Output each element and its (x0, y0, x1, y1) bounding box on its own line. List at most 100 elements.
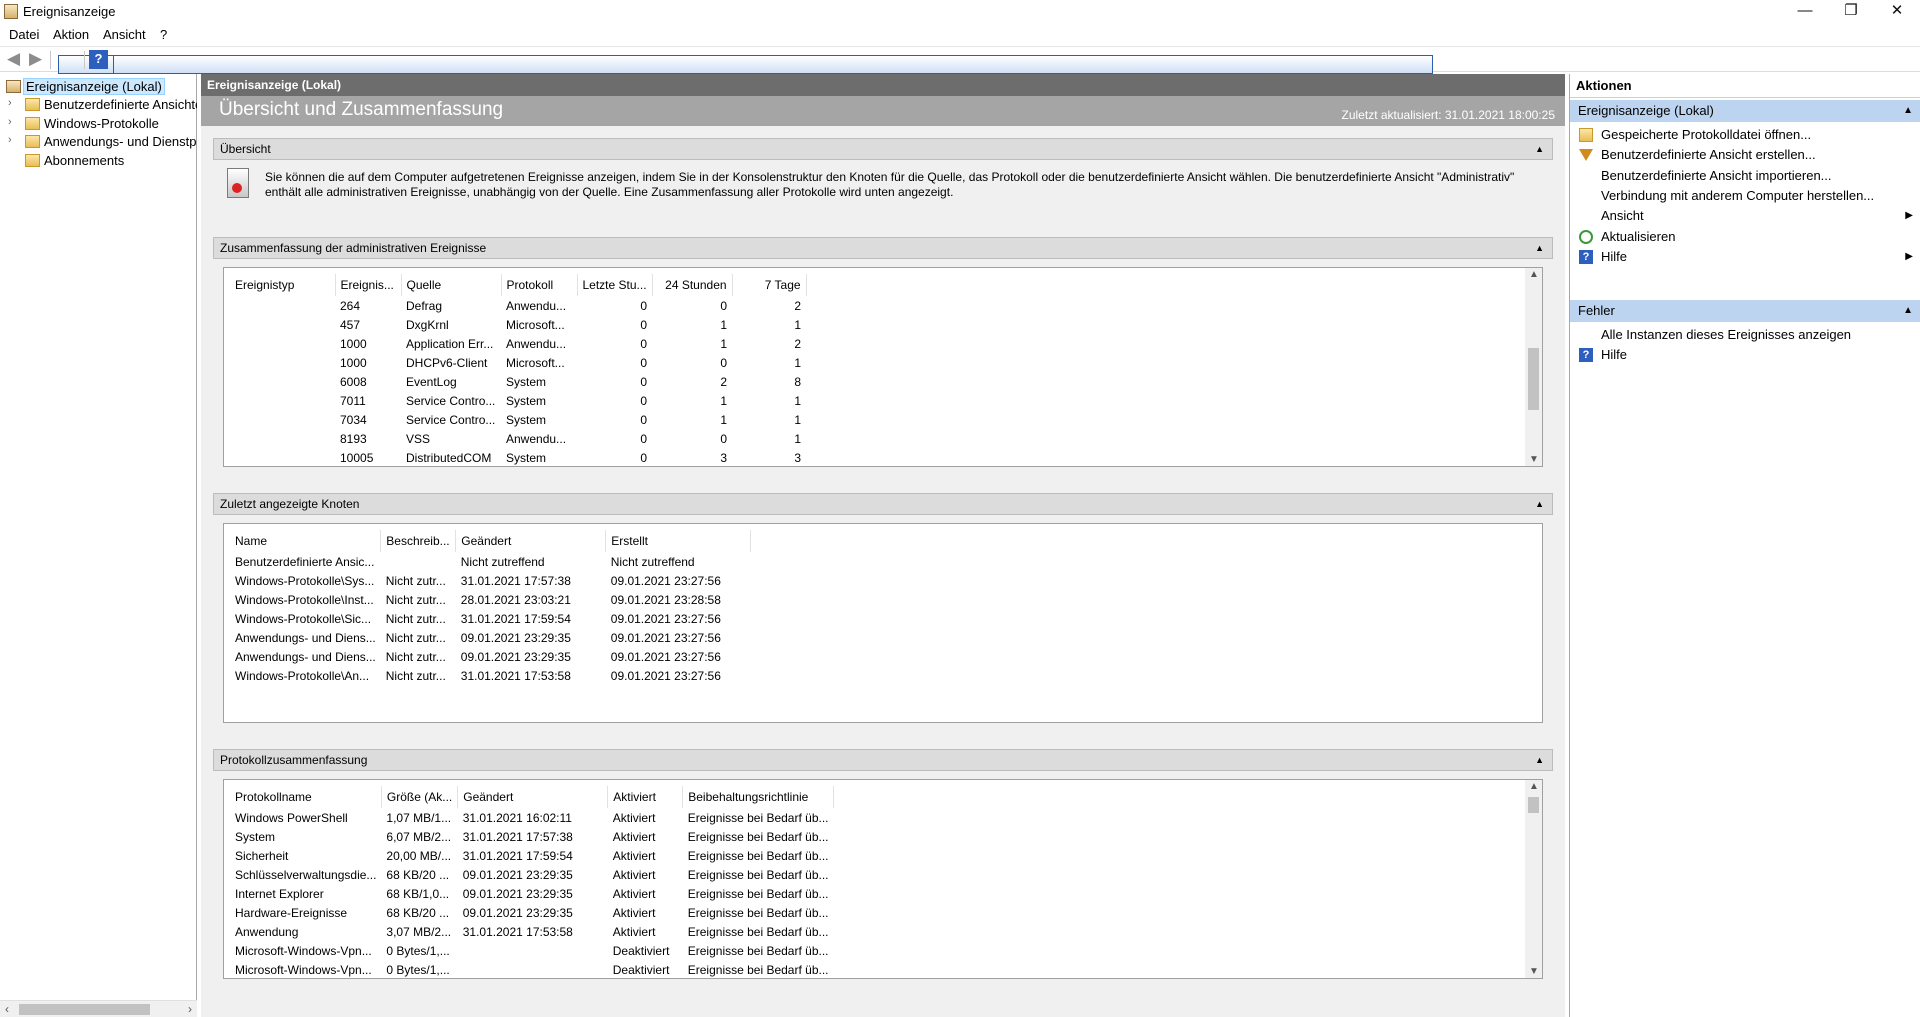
forward-arrow-icon[interactable]: ▶ (26, 50, 45, 69)
table-row[interactable]: 264 Defrag Anwendu... 0 0 2 (230, 296, 806, 315)
overview-pane: Ereignisanzeige (Lokal) Übersicht und Zu… (201, 74, 1565, 1017)
action-item[interactable]: Benutzerdefinierte Ansicht importieren..… (1570, 165, 1920, 187)
table-row[interactable]: Microsoft-Windows-Vpn... 0 Bytes/1,... Dea… (230, 941, 834, 960)
collapse-caret-icon[interactable]: ▲ (1903, 100, 1913, 122)
table-row[interactable]: Windows-Protokolle\Sic... Nicht zutr... 31… (230, 609, 751, 628)
help-icon[interactable]: ? (89, 50, 108, 69)
table-row[interactable]: Internet Explorer 68 KB/1,0... 09.01.2021 … (230, 884, 834, 903)
minimize-button[interactable]: — (1782, 0, 1828, 24)
column-header[interactable]: Protokollname (230, 786, 382, 808)
table-row[interactable]: Schlüsselverwaltungsdie... 68 KB/20 ... 09… (230, 865, 834, 884)
admin-summary-vertical-scrollbar[interactable]: ▲ ▼ (1525, 268, 1542, 466)
recent-nodes-body: Name Beschreib... Geändert Erstellt Benu… (213, 515, 1553, 731)
scrollbar-thumb[interactable] (1528, 348, 1539, 410)
table-row[interactable]: 8193 VSS Anwendu... 0 0 1 (230, 429, 806, 448)
table-cell (230, 334, 335, 353)
table-row[interactable]: Anwendungs- und Diens... Nicht zutr... 09.… (230, 628, 751, 647)
recent-nodes-header[interactable]: Zuletzt angezeigte Knoten ▲ (213, 493, 1553, 515)
collapse-caret-icon[interactable]: ▲ (1903, 300, 1913, 322)
table-row[interactable]: 10005 DistributedCOM System 0 3 3 (230, 448, 806, 466)
column-header[interactable]: Ereignis... (335, 274, 402, 296)
table-row[interactable]: Windows-Protokolle\An... Nicht zutr... 31.… (230, 666, 751, 685)
table-row[interactable]: 7011 Service Contro... System 0 1 1 (230, 391, 806, 410)
table-cell: 7011 (340, 393, 366, 408)
scrollbar-thumb[interactable] (19, 1004, 150, 1015)
column-header[interactable]: Ereignistyp (230, 274, 336, 296)
scroll-left-icon[interactable]: ‹ (5, 1001, 9, 1017)
scroll-right-icon[interactable]: › (188, 1001, 192, 1017)
expand-chevron-icon[interactable]: › (8, 116, 12, 128)
expand-chevron-icon[interactable]: › (8, 134, 12, 146)
collapse-caret-icon[interactable]: ▲ (1535, 750, 1544, 770)
collapse-caret-icon[interactable]: ▲ (1535, 139, 1544, 159)
close-button[interactable]: ✕ (1874, 0, 1920, 24)
column-header[interactable]: Beschreib... (380, 530, 457, 552)
column-header[interactable]: Erstellt (605, 530, 752, 552)
log-summary-vertical-scrollbar[interactable]: ▲ ▼ (1525, 780, 1542, 978)
table-row[interactable]: Anwendungs- und Diens... Nicht zutr... 09.… (230, 647, 751, 666)
column-header[interactable]: Protokoll (501, 274, 578, 296)
action-item[interactable]: Alle Instanzen dieses Ereignisses anzeig… (1570, 324, 1920, 346)
collapse-caret-icon[interactable]: ▲ (1535, 238, 1544, 258)
table-row[interactable]: Anwendung 3,07 MB/2... 31.01.2021 17:53:58… (230, 922, 834, 941)
tree-item-event-viewer-local[interactable]: Ereignisanzeige (Lokal) (0, 78, 197, 96)
menu-aktion[interactable]: Aktion (53, 27, 89, 42)
scroll-up-icon[interactable]: ▲ (1529, 781, 1539, 792)
table-row[interactable]: 1000 DHCPv6-Client Microsoft... 0 0 1 (230, 353, 806, 372)
table-row[interactable]: Sicherheit 20,00 MB/... 31.01.2021 17:59:5… (230, 846, 834, 865)
column-header[interactable]: Quelle (401, 274, 502, 296)
action-item[interactable]: ? Hilfe (1570, 344, 1920, 366)
actions-group-event-viewer[interactable]: Ereignisanzeige (Lokal) ▲ (1570, 100, 1920, 122)
scroll-up-icon[interactable]: ▲ (1529, 269, 1539, 280)
menu-help[interactable]: ? (160, 27, 167, 42)
column-header[interactable]: Geändert (457, 786, 609, 808)
table-row[interactable]: System 6,07 MB/2... 31.01.2021 17:57:38 Akt… (230, 827, 834, 846)
tree-horizontal-scrollbar[interactable]: ‹ › (0, 1000, 197, 1017)
table-row[interactable]: 457 DxgKrnl Microsoft... 0 1 1 (230, 315, 806, 334)
tree-item-windows-logs[interactable]: › Windows-Protokolle (0, 115, 197, 133)
table-row[interactable]: Microsoft-Windows-Vpn... 0 Bytes/1,... Dea… (230, 960, 834, 978)
filter-icon (1579, 149, 1593, 162)
overview-section-header[interactable]: Übersicht ▲ (213, 138, 1553, 160)
maximize-button[interactable]: ❐ (1828, 0, 1874, 24)
back-arrow-icon[interactable]: ◀ (4, 50, 23, 69)
scroll-down-icon[interactable]: ▼ (1529, 966, 1539, 977)
log-summary-header[interactable]: Protokollzusammenfassung ▲ (213, 749, 1553, 771)
table-row[interactable]: 7034 Service Contro... System 0 1 1 (230, 410, 806, 429)
tree-item-subscriptions[interactable]: Abonnements (0, 152, 197, 170)
table-row[interactable]: Hardware-Ereignisse 68 KB/20 ... 09.01.202… (230, 903, 834, 922)
column-header[interactable]: Beibehaltungsrichtlinie (682, 786, 834, 808)
action-item[interactable]: Benutzerdefinierte Ansicht erstellen... (1570, 144, 1920, 166)
admin-summary-header[interactable]: Zusammenfassung der administrativen Erei… (213, 237, 1553, 259)
action-item[interactable]: Verbindung mit anderem Computer herstell… (1570, 185, 1920, 207)
table-cell: 1 (794, 317, 802, 332)
scroll-down-icon[interactable]: ▼ (1529, 454, 1539, 465)
column-header[interactable]: Name (230, 530, 382, 552)
table-row[interactable]: Windows-Protokolle\Inst... Nicht zutr... 2… (230, 590, 751, 609)
tree-item-custom-views[interactable]: › Benutzerdefinierte Ansichten (0, 96, 197, 114)
table-row[interactable]: Windows PowerShell 1,07 MB/1... 31.01.2021… (230, 808, 834, 827)
column-header[interactable]: 7 Tage (732, 274, 807, 296)
scrollbar-thumb[interactable] (1528, 797, 1539, 813)
menu-ansicht[interactable]: Ansicht (103, 27, 146, 42)
table-row[interactable]: Windows-Protokolle\Sys... Nicht zutr... 31… (230, 571, 751, 590)
menu-datei[interactable]: Datei (9, 27, 39, 42)
collapse-caret-icon[interactable]: ▲ (1535, 494, 1544, 514)
column-header[interactable]: Letzte Stu... (577, 274, 653, 296)
table-row[interactable]: 6008 EventLog System 0 2 8 (230, 372, 806, 391)
column-header[interactable]: Aktiviert (607, 786, 684, 808)
table-row[interactable]: Benutzerdefinierte Ansic... Nicht zutreff… (230, 552, 751, 571)
actions-group-error[interactable]: Fehler ▲ (1570, 300, 1920, 322)
tree-item-app-service-logs[interactable]: › Anwendungs- und Dienstprotokolle (0, 133, 197, 151)
action-item[interactable]: Aktualisieren (1570, 226, 1920, 248)
expand-chevron-icon[interactable]: › (8, 97, 12, 109)
column-header[interactable]: Größe (Ak... (381, 786, 459, 808)
action-item[interactable]: ? Hilfe ▶ (1570, 246, 1920, 268)
action-item[interactable]: Gespeicherte Protokolldatei öffnen... (1570, 124, 1920, 146)
column-header[interactable]: 24 Stunden (652, 274, 733, 296)
action-item[interactable]: Ansicht ▶ (1570, 205, 1920, 227)
table-row[interactable]: 1000 Application Err... Anwendu... 0 1 2 (230, 334, 806, 353)
show-hide-action-pane-icon[interactable] (113, 55, 1433, 74)
recent-nodes-section: Zuletzt angezeigte Knoten ▲ Name Beschre… (213, 493, 1553, 731)
column-header[interactable]: Geändert (455, 530, 607, 552)
